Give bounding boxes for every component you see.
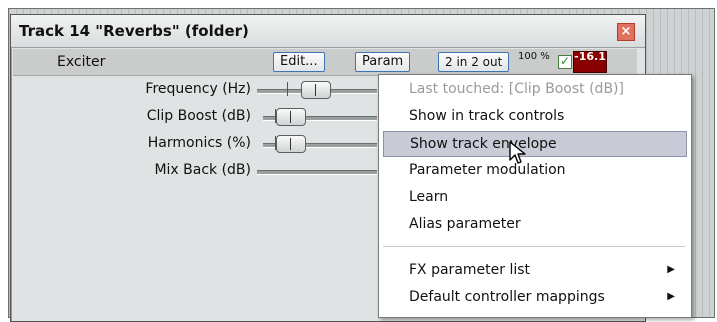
knob-grip: [290, 138, 291, 150]
submenu-arrow-icon: ▶: [667, 291, 675, 302]
menu-item-show-in-track-controls[interactable]: Show in track controls: [383, 104, 685, 128]
menu-item-default-controller-mappings[interactable]: Default controller mappings ▶: [383, 285, 685, 309]
menu-item-fx-parameter-list[interactable]: FX parameter list ▶: [383, 258, 685, 282]
menu-item-label: Last touched: [Clip Boost (dB)]: [409, 81, 624, 97]
wet-percent: 100 %: [518, 51, 550, 62]
edit-button[interactable]: Edit...: [273, 52, 325, 72]
param-label: Frequency (Hz): [145, 81, 251, 97]
window-titlebar[interactable]: Track 14 "Reverbs" (folder) ×: [11, 15, 645, 48]
io-routing-button[interactable]: 2 in 2 out: [438, 52, 510, 72]
menu-item-label: Learn: [409, 189, 449, 205]
menu-item-label: Alias parameter: [409, 216, 521, 232]
clip-boost-slider-knob[interactable]: [276, 108, 306, 126]
menu-item-label: Default controller mappings: [409, 289, 605, 305]
window-title: Track 14 "Reverbs" (folder): [19, 22, 249, 40]
menu-item-last-touched: Last touched: [Clip Boost (dB)]: [383, 77, 685, 101]
mix-back-slider[interactable]: [257, 170, 377, 175]
screenshot-stage: Track 14 "Reverbs" (folder) × Exciter Ed…: [0, 0, 717, 322]
param-row: Frequency (Hz): [11, 77, 251, 103]
fx-name: Exciter: [57, 54, 106, 70]
close-button[interactable]: ×: [617, 23, 635, 41]
menu-item-label: Parameter modulation: [409, 162, 566, 178]
frequency-slider-knob[interactable]: [301, 81, 331, 99]
fx-row[interactable]: Exciter Edit... Param 2 in 2 out 100 % ✓…: [13, 49, 637, 76]
slider-default-tick: [287, 82, 288, 96]
param-label: Mix Back (dB): [154, 162, 251, 178]
menu-item-label: FX parameter list: [409, 262, 531, 278]
param-label: Harmonics (%): [147, 135, 251, 151]
knob-grip: [290, 111, 291, 123]
param-label: Clip Boost (dB): [146, 108, 251, 124]
param-row: Harmonics (%): [11, 131, 251, 157]
level-meter: -16.1: [573, 51, 607, 73]
submenu-arrow-icon: ▶: [667, 264, 675, 275]
param-row: Clip Boost (dB): [11, 104, 251, 130]
menu-separator: [383, 246, 685, 247]
menu-item-label: Show track envelope: [410, 136, 557, 152]
menu-item-show-track-envelope[interactable]: Show track envelope: [383, 131, 687, 157]
param-row: Mix Back (dB): [11, 158, 251, 184]
knob-grip: [315, 84, 316, 96]
fx-enable-checkbox[interactable]: ✓: [558, 55, 572, 69]
menu-item-label: Show in track controls: [409, 108, 565, 124]
param-button[interactable]: Param: [355, 52, 411, 72]
menu-item-alias-parameter[interactable]: Alias parameter: [383, 212, 685, 236]
menu-item-parameter-modulation[interactable]: Parameter modulation: [383, 158, 685, 182]
harmonics-slider-knob[interactable]: [276, 135, 306, 153]
mouse-cursor-icon: [509, 141, 526, 164]
menu-item-learn[interactable]: Learn: [383, 185, 685, 209]
context-menu: Last touched: [Clip Boost (dB)] Show in …: [378, 74, 692, 318]
